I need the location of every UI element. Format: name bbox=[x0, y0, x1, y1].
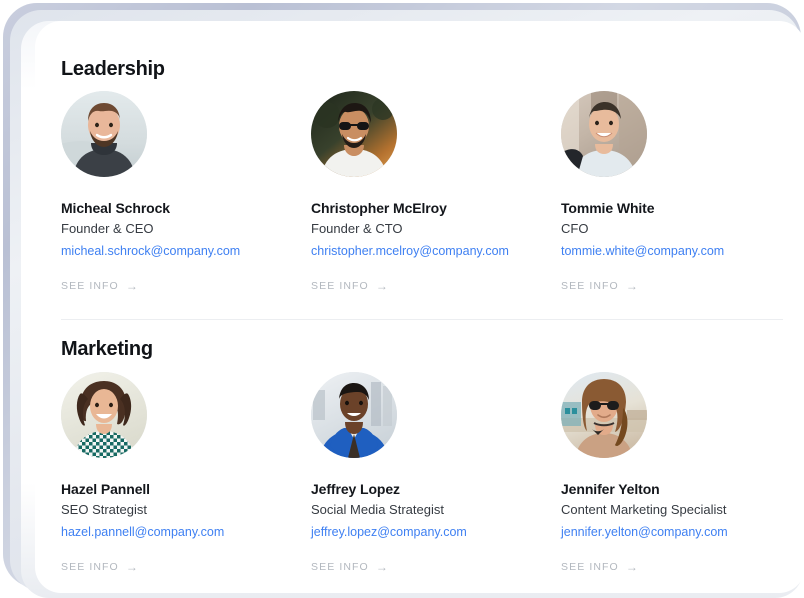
person-role: Content Marketing Specialist bbox=[561, 502, 727, 517]
person-role: Founder & CTO bbox=[311, 221, 403, 236]
person-role: Social Media Strategist bbox=[311, 502, 444, 517]
person-email-link[interactable]: christopher.mcelroy@company.com bbox=[311, 244, 547, 258]
see-info-label: SEE INFO bbox=[311, 280, 369, 292]
person-name: Tommie White bbox=[561, 200, 655, 216]
see-info-label: SEE INFO bbox=[561, 280, 619, 292]
avatar-photo-hazel-pannell bbox=[61, 372, 147, 458]
avatar-photo-jennifer-yelton bbox=[561, 372, 647, 458]
see-info-label: SEE INFO bbox=[311, 561, 369, 573]
device-frame-inner: Leadership Micheal Schrock Founder & CEO… bbox=[21, 21, 804, 598]
see-info-label: SEE INFO bbox=[61, 280, 119, 292]
section-title-marketing: Marketing bbox=[61, 338, 153, 360]
person-name: Jennifer Yelton bbox=[561, 481, 660, 497]
see-info-label: SEE INFO bbox=[561, 561, 619, 573]
person-email-link[interactable]: hazel.pannell@company.com bbox=[61, 525, 297, 539]
person-card-micheal-schrock[interactable]: Micheal Schrock Founder & CEO micheal.sc… bbox=[61, 91, 297, 294]
section-title-leadership: Leadership bbox=[61, 58, 165, 80]
avatar-photo-christopher-mcelroy bbox=[311, 91, 397, 177]
avatar-photo-jeffrey-lopez bbox=[311, 372, 397, 458]
avatar-photo-tommie-white bbox=[561, 91, 647, 177]
see-info-link[interactable]: SEE INFO → bbox=[311, 561, 389, 573]
arrow-right-icon: → bbox=[625, 560, 639, 574]
arrow-right-icon: → bbox=[375, 560, 389, 574]
arrow-right-icon: → bbox=[375, 279, 389, 293]
person-email-link[interactable]: tommie.white@company.com bbox=[561, 244, 797, 258]
device-frame-outer: Leadership Micheal Schrock Founder & CEO… bbox=[3, 3, 804, 598]
see-info-link[interactable]: SEE INFO → bbox=[311, 280, 389, 292]
person-card-jennifer-yelton[interactable]: Jennifer Yelton Content Marketing Specia… bbox=[561, 372, 797, 575]
person-role: SEO Strategist bbox=[61, 502, 147, 517]
arrow-right-icon: → bbox=[625, 279, 639, 293]
avatar-photo-micheal-schrock bbox=[61, 91, 147, 177]
arrow-right-icon: → bbox=[125, 279, 139, 293]
person-name: Jeffrey Lopez bbox=[311, 481, 400, 497]
person-card-christopher-mcelroy[interactable]: Christopher McElroy Founder & CTO christ… bbox=[311, 91, 547, 294]
section-divider bbox=[61, 319, 783, 320]
team-directory-scroll-area[interactable]: Leadership Micheal Schrock Founder & CEO… bbox=[35, 21, 804, 593]
see-info-link[interactable]: SEE INFO → bbox=[561, 280, 639, 292]
device-frame-middle: Leadership Micheal Schrock Founder & CEO… bbox=[10, 10, 804, 598]
person-name: Micheal Schrock bbox=[61, 200, 170, 216]
person-email-link[interactable]: jeffrey.lopez@company.com bbox=[311, 525, 547, 539]
person-name: Hazel Pannell bbox=[61, 481, 150, 497]
see-info-link[interactable]: SEE INFO → bbox=[561, 561, 639, 573]
see-info-link[interactable]: SEE INFO → bbox=[61, 561, 139, 573]
person-card-hazel-pannell[interactable]: Hazel Pannell SEO Strategist hazel.panne… bbox=[61, 372, 297, 575]
person-email-link[interactable]: jennifer.yelton@company.com bbox=[561, 525, 797, 539]
see-info-label: SEE INFO bbox=[61, 561, 119, 573]
person-card-jeffrey-lopez[interactable]: Jeffrey Lopez Social Media Strategist je… bbox=[311, 372, 547, 575]
person-role: Founder & CEO bbox=[61, 221, 154, 236]
person-name: Christopher McElroy bbox=[311, 200, 447, 216]
arrow-right-icon: → bbox=[125, 560, 139, 574]
person-card-tommie-white[interactable]: Tommie White CFO tommie.white@company.co… bbox=[561, 91, 797, 294]
person-role: CFO bbox=[561, 221, 589, 236]
person-email-link[interactable]: micheal.schrock@company.com bbox=[61, 244, 297, 258]
see-info-link[interactable]: SEE INFO → bbox=[61, 280, 139, 292]
app-screen: Leadership Micheal Schrock Founder & CEO… bbox=[35, 21, 804, 593]
